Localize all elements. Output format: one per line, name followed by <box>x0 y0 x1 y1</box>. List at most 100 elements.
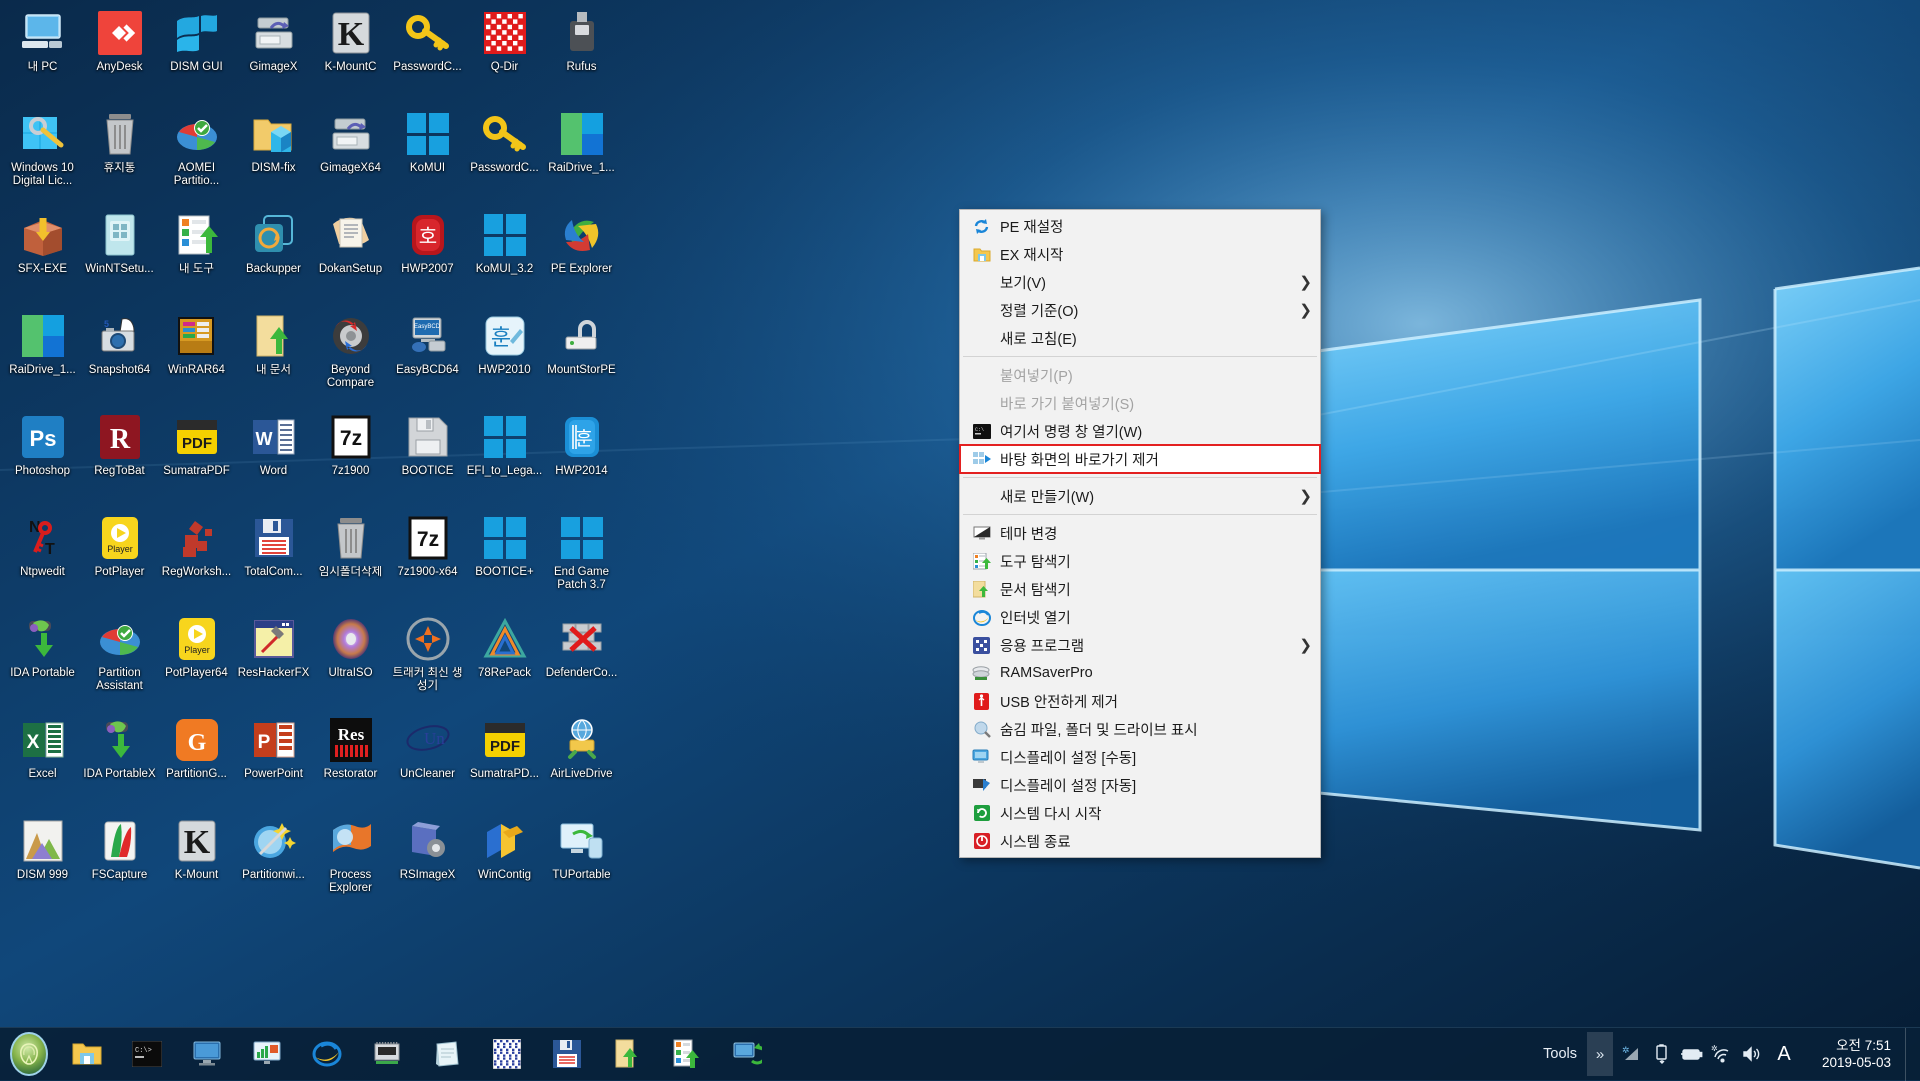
context-menu-item[interactable]: RAMSaverPro <box>960 659 1320 687</box>
desktop-icon[interactable]: WinNTSetu... <box>81 206 158 307</box>
taskbar-notepad[interactable] <box>417 1028 477 1081</box>
desktop-icon[interactable]: DISM 999 <box>4 812 81 913</box>
context-menu-item[interactable]: 도구 탐색기 <box>960 547 1320 575</box>
taskbar-my-tools[interactable] <box>657 1028 717 1081</box>
desktop-icon[interactable]: 트래커 최신 생성기 <box>389 610 466 711</box>
desktop-icon[interactable]: 7z7z1900-x64 <box>389 509 466 610</box>
desktop-icon[interactable]: Partition Assistant <box>81 610 158 711</box>
desktop-icon[interactable]: Q-Dir <box>466 4 543 105</box>
context-menu-item[interactable]: 숨김 파일, 폴더 및 드라이브 표시 <box>960 715 1320 743</box>
volume-icon[interactable] <box>1737 1028 1767 1081</box>
desktop-icon[interactable]: 훈HWP2010 <box>466 307 543 408</box>
desktop-icon[interactable]: SFX-EXE <box>4 206 81 307</box>
context-menu-item[interactable]: C:\여기서 명령 창 열기(W) <box>960 417 1320 445</box>
desktop-icon[interactable]: IDA PortableX <box>81 711 158 812</box>
desktop-icon[interactable]: 78RePack <box>466 610 543 711</box>
desktop-icon[interactable]: Backupper <box>235 206 312 307</box>
desktop-icon[interactable]: NTNtpwedit <box>4 509 81 610</box>
desktop-icon[interactable]: ResHackerFX <box>235 610 312 711</box>
desktop-icon[interactable]: 훈HWP2014 <box>543 408 620 509</box>
desktop-icon[interactable]: DokanSetup <box>312 206 389 307</box>
desktop-icon[interactable]: AOMEI Partitio... <box>158 105 235 206</box>
desktop-icon[interactable]: DefenderCo... <box>543 610 620 711</box>
desktop-icon[interactable]: PE Explorer <box>543 206 620 307</box>
context-menu-item[interactable]: 디스플레이 설정 [수동] <box>960 743 1320 771</box>
desktop-icon[interactable]: XExcel <box>4 711 81 812</box>
context-menu-item[interactable]: 인터넷 열기 <box>960 603 1320 631</box>
taskbar-internet-explorer[interactable] <box>297 1028 357 1081</box>
desktop-icon[interactable]: WinRAR64 <box>158 307 235 408</box>
taskbar-q-dir[interactable] <box>477 1028 537 1081</box>
desktop-icon[interactable]: AnyDesk <box>81 4 158 105</box>
wifi-icon[interactable]: ✲ <box>1707 1028 1737 1081</box>
desktop-icon[interactable]: RaiDrive_1... <box>543 105 620 206</box>
desktop-icon[interactable]: GPartitionG... <box>158 711 235 812</box>
ime-indicator[interactable]: A <box>1767 1043 1801 1066</box>
desktop-icon[interactable]: WWord <box>235 408 312 509</box>
desktop-icon[interactable]: TotalCom... <box>235 509 312 610</box>
desktop-context-menu[interactable]: PE 재설정EX 재시작보기(V)❯정렬 기준(O)❯새로 고침(E)붙여넣기(… <box>959 209 1321 858</box>
desktop-icon[interactable]: 임시폴더삭제 <box>312 509 389 610</box>
context-menu-item[interactable]: 문서 탐색기 <box>960 575 1320 603</box>
desktop-icon[interactable]: PasswordC... <box>389 4 466 105</box>
show-desktop-button[interactable] <box>1905 1028 1914 1081</box>
desktop-icon[interactable]: DISM-fix <box>235 105 312 206</box>
taskbar-recovery-tool[interactable] <box>717 1028 777 1081</box>
desktop-icon[interactable]: 내 문서 <box>235 307 312 408</box>
taskbar-command-prompt[interactable]: C:\> <box>117 1028 177 1081</box>
desktop-icon[interactable]: Windows 10 Digital Lic... <box>4 105 81 206</box>
desktop-icon[interactable]: GimageX <box>235 4 312 105</box>
desktop-icon[interactable]: BOOTICE+ <box>466 509 543 610</box>
desktop-icon[interactable]: RRegToBat <box>81 408 158 509</box>
desktop-icon[interactable]: UltraISO <box>312 610 389 711</box>
clock[interactable]: 오전 7:51 2019-05-03 <box>1801 1037 1905 1071</box>
context-menu-item[interactable]: 테마 변경 <box>960 519 1320 547</box>
desktop-icon[interactable]: PDFSumatraPD... <box>466 711 543 812</box>
taskbar-my-documents[interactable] <box>597 1028 657 1081</box>
context-menu-item[interactable]: 새로 만들기(W)❯ <box>960 482 1320 510</box>
usb-safely-remove-icon[interactable] <box>1647 1028 1677 1081</box>
desktop-icon[interactable]: PDFSumatraPDF <box>158 408 235 509</box>
desktop-icon[interactable]: Process Explorer <box>312 812 389 913</box>
desktop-icon[interactable]: End Game Patch 3.7 <box>543 509 620 610</box>
desktop-icon[interactable]: DISM GUI <box>158 4 235 105</box>
desktop-icon[interactable]: KoMUI_3.2 <box>466 206 543 307</box>
context-menu-item[interactable]: PE 재설정 <box>960 212 1320 240</box>
desktop-icon[interactable]: WinContig <box>466 812 543 913</box>
taskbar-total-commander[interactable] <box>537 1028 597 1081</box>
desktop-icon[interactable]: 내 PC <box>4 4 81 105</box>
desktop-icon[interactable]: PasswordC... <box>466 105 543 206</box>
chevron-right-double-icon[interactable]: » <box>1587 1032 1613 1076</box>
desktop-icon[interactable]: Rufus <box>543 4 620 105</box>
taskbar[interactable]: C:\> Tools » ✲ ✲ <box>0 1027 1920 1080</box>
context-menu-item[interactable]: 새로 고침(E) <box>960 324 1320 352</box>
desktop-icon[interactable]: KK-MountC <box>312 4 389 105</box>
taskbar-hardware-info[interactable] <box>357 1028 417 1081</box>
desktop-icon[interactable]: 5Snapshot64 <box>81 307 158 408</box>
desktop-icon[interactable]: PlayerPotPlayer64 <box>158 610 235 711</box>
context-menu-item[interactable]: 시스템 다시 시작 <box>960 799 1320 827</box>
desktop-icon[interactable]: Beyond Compare <box>312 307 389 408</box>
start-button[interactable] <box>0 1028 57 1081</box>
desktop-icon[interactable]: EFI_to_Lega... <box>466 408 543 509</box>
desktop-icon[interactable]: MountStorPE <box>543 307 620 408</box>
desktop-icon[interactable]: UnUnCleaner <box>389 711 466 812</box>
context-menu-item[interactable]: 바탕 화면의 바로가기 제거 <box>960 445 1320 473</box>
context-menu-item[interactable]: 보기(V)❯ <box>960 268 1320 296</box>
desktop-icon[interactable]: IDA Portable <box>4 610 81 711</box>
desktop-icon[interactable]: AirLiveDrive <box>543 711 620 812</box>
desktop-icon[interactable]: PsPhotoshop <box>4 408 81 509</box>
desktop-icon[interactable]: TUPortable <box>543 812 620 913</box>
desktop-icon[interactable]: Partitionwi... <box>235 812 312 913</box>
network-signal-icon[interactable]: ✲ <box>1617 1028 1647 1081</box>
context-menu-item[interactable]: 응용 프로그램❯ <box>960 631 1320 659</box>
desktop-icon[interactable]: 내 도구 <box>158 206 235 307</box>
desktop-icon[interactable]: PPowerPoint <box>235 711 312 812</box>
battery-icon[interactable] <box>1677 1028 1707 1081</box>
desktop-icon[interactable]: 호HWP2007 <box>389 206 466 307</box>
desktop-icon[interactable]: RSImageX <box>389 812 466 913</box>
desktop-icon[interactable]: FSCapture <box>81 812 158 913</box>
taskbar-file-explorer[interactable] <box>57 1028 117 1081</box>
desktop-icon[interactable]: 휴지통 <box>81 105 158 206</box>
desktop-icon[interactable]: GimageX64 <box>312 105 389 206</box>
